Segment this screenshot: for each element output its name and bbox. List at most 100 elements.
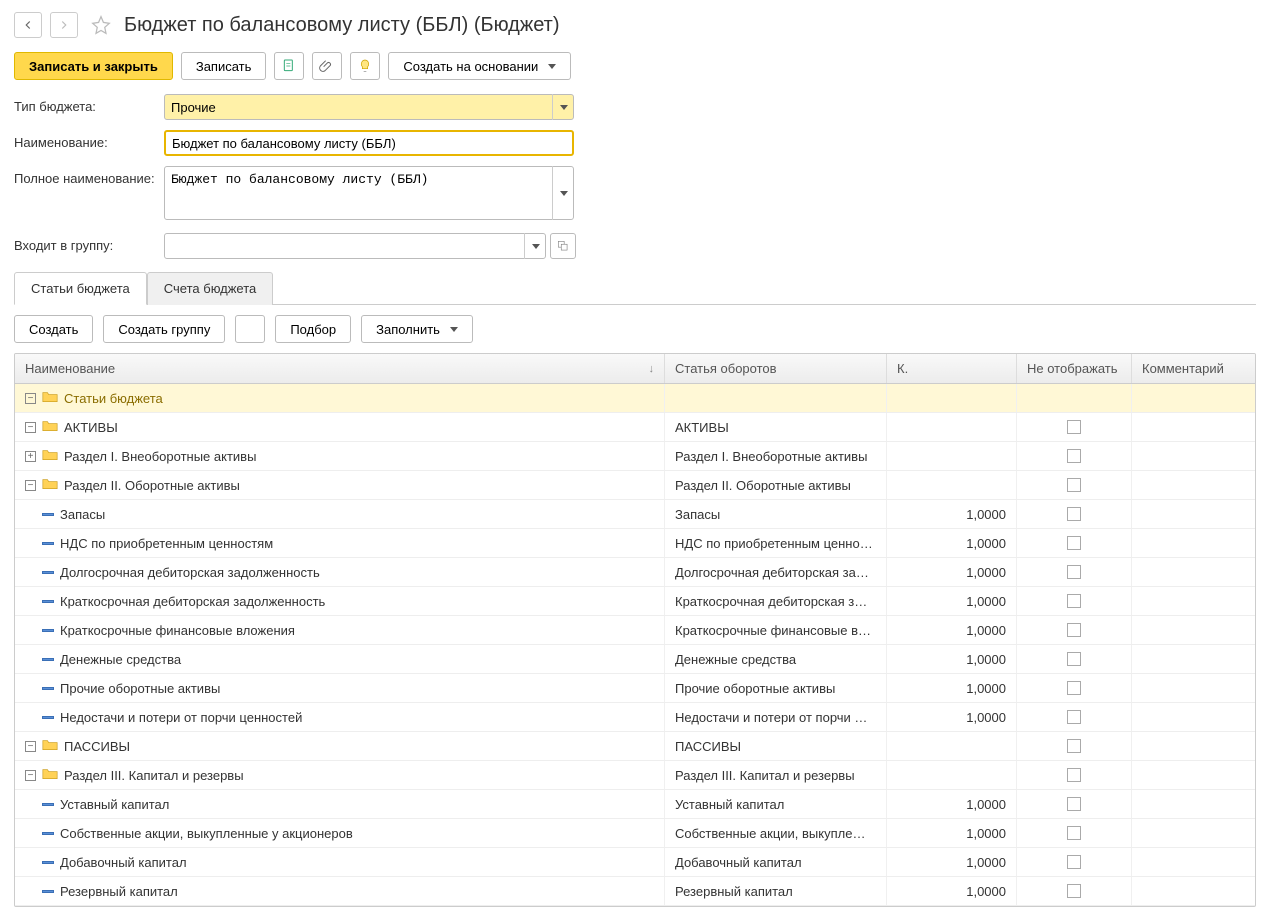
row-k: 1,0000 bbox=[887, 877, 1017, 905]
tree-toggle[interactable]: − bbox=[25, 480, 36, 491]
grid-header-k[interactable]: К. bbox=[887, 354, 1017, 383]
tree-toggle[interactable]: − bbox=[25, 422, 36, 433]
table-row[interactable]: Прочие оборотные активыПрочие оборотные … bbox=[15, 674, 1255, 703]
table-row[interactable]: Резервный капиталРезервный капитал1,0000 bbox=[15, 877, 1255, 906]
tree-toggle[interactable]: − bbox=[25, 770, 36, 781]
grid-header-comment[interactable]: Комментарий bbox=[1132, 354, 1255, 383]
table-row[interactable]: Краткосрочная дебиторская задолженностьК… bbox=[15, 587, 1255, 616]
row-hide-checkbox[interactable] bbox=[1067, 420, 1081, 434]
paperclip-icon bbox=[319, 58, 335, 74]
table-row[interactable]: Долгосрочная дебиторская задолженностьДо… bbox=[15, 558, 1255, 587]
item-icon bbox=[42, 542, 54, 545]
table-row[interactable]: Собственные акции, выкупленные у акционе… bbox=[15, 819, 1255, 848]
table-row[interactable]: −Раздел II. Оборотные активыРаздел II. О… bbox=[15, 471, 1255, 500]
row-k: 1,0000 bbox=[887, 674, 1017, 702]
row-hide-checkbox[interactable] bbox=[1067, 768, 1081, 782]
item-icon bbox=[42, 687, 54, 690]
folder-icon bbox=[42, 767, 58, 783]
tab-budget-items[interactable]: Статьи бюджета bbox=[14, 272, 147, 305]
grid-create-group-button[interactable]: Создать группу bbox=[103, 315, 225, 343]
row-comment bbox=[1132, 674, 1255, 702]
table-row[interactable]: Уставный капиталУставный капитал1,0000 bbox=[15, 790, 1255, 819]
table-row[interactable]: НДС по приобретенным ценностямНДС по при… bbox=[15, 529, 1255, 558]
row-turnover: Раздел I. Внеоборотные активы bbox=[665, 442, 887, 470]
row-hide-checkbox[interactable] bbox=[1067, 826, 1081, 840]
folder-icon bbox=[42, 419, 58, 435]
row-k: 1,0000 bbox=[887, 848, 1017, 876]
row-comment bbox=[1132, 413, 1255, 441]
name-field[interactable] bbox=[164, 130, 574, 156]
item-icon bbox=[42, 571, 54, 574]
row-hide-checkbox[interactable] bbox=[1067, 652, 1081, 666]
table-row[interactable]: Денежные средстваДенежные средства1,0000 bbox=[15, 645, 1255, 674]
nav-forward-button[interactable] bbox=[50, 12, 78, 38]
table-row[interactable]: Недостачи и потери от порчи ценностейНед… bbox=[15, 703, 1255, 732]
row-turnover: Раздел II. Оборотные активы bbox=[665, 471, 887, 499]
folder-icon bbox=[42, 477, 58, 493]
row-hide-checkbox[interactable] bbox=[1067, 507, 1081, 521]
report-button[interactable] bbox=[274, 52, 304, 80]
row-hide-checkbox[interactable] bbox=[1067, 536, 1081, 550]
row-hide-checkbox[interactable] bbox=[1067, 565, 1081, 579]
row-name: Раздел III. Капитал и резервы bbox=[64, 768, 244, 783]
full-name-dropdown-icon[interactable] bbox=[552, 166, 574, 220]
row-hide-checkbox[interactable] bbox=[1067, 710, 1081, 724]
table-row[interactable]: ЗапасыЗапасы1,0000 bbox=[15, 500, 1255, 529]
attach-button[interactable] bbox=[312, 52, 342, 80]
row-turnover: НДС по приобретенным ценно… bbox=[665, 529, 887, 557]
create-based-on-button[interactable]: Создать на основании bbox=[388, 52, 571, 80]
in-group-open-button[interactable] bbox=[550, 233, 576, 259]
tab-budget-accounts[interactable]: Счета бюджета bbox=[147, 272, 274, 305]
open-external-icon bbox=[556, 239, 570, 253]
grid-refresh-button[interactable] bbox=[235, 315, 265, 343]
row-hide-checkbox[interactable] bbox=[1067, 884, 1081, 898]
row-comment bbox=[1132, 645, 1255, 673]
grid-select-button[interactable]: Подбор bbox=[275, 315, 351, 343]
in-group-dropdown-icon[interactable] bbox=[524, 233, 546, 259]
tree-toggle[interactable]: − bbox=[25, 741, 36, 752]
table-row[interactable]: −ПАССИВЫПАССИВЫ bbox=[15, 732, 1255, 761]
table-row[interactable]: Добавочный капиталДобавочный капитал1,00… bbox=[15, 848, 1255, 877]
table-row[interactable]: −Статьи бюджета bbox=[15, 384, 1255, 413]
grid-header-hide[interactable]: Не отображать bbox=[1017, 354, 1132, 383]
save-button[interactable]: Записать bbox=[181, 52, 267, 80]
row-k: 1,0000 bbox=[887, 645, 1017, 673]
grid-fill-button[interactable]: Заполнить bbox=[361, 315, 473, 343]
row-name: Краткосрочная дебиторская задолженность bbox=[60, 594, 325, 609]
grid-header-turnover[interactable]: Статья оборотов bbox=[665, 354, 887, 383]
budget-type-field[interactable] bbox=[164, 94, 574, 120]
grid-header-name[interactable]: Наименование↓ bbox=[15, 354, 665, 383]
nav-back-button[interactable] bbox=[14, 12, 42, 38]
row-hide-checkbox[interactable] bbox=[1067, 623, 1081, 637]
row-hide-checkbox[interactable] bbox=[1067, 681, 1081, 695]
table-row[interactable]: Краткосрочные финансовые вложенияКраткос… bbox=[15, 616, 1255, 645]
row-hide-checkbox[interactable] bbox=[1067, 797, 1081, 811]
row-name: Резервный капитал bbox=[60, 884, 178, 899]
hint-button[interactable] bbox=[350, 52, 380, 80]
tree-toggle[interactable]: + bbox=[25, 451, 36, 462]
row-name: Собственные акции, выкупленные у акционе… bbox=[60, 826, 353, 841]
item-icon bbox=[42, 861, 54, 864]
row-hide-checkbox[interactable] bbox=[1067, 739, 1081, 753]
row-hide-checkbox[interactable] bbox=[1067, 855, 1081, 869]
row-turnover: Запасы bbox=[665, 500, 887, 528]
table-row[interactable]: −АКТИВЫАКТИВЫ bbox=[15, 413, 1255, 442]
folder-icon bbox=[42, 390, 58, 406]
budget-type-dropdown-icon[interactable] bbox=[552, 94, 574, 120]
row-hide-checkbox[interactable] bbox=[1067, 478, 1081, 492]
in-group-field[interactable] bbox=[164, 233, 546, 259]
row-name: ПАССИВЫ bbox=[64, 739, 130, 754]
save-and-close-button[interactable]: Записать и закрыть bbox=[14, 52, 173, 80]
row-turnover: АКТИВЫ bbox=[665, 413, 887, 441]
grid-create-button[interactable]: Создать bbox=[14, 315, 93, 343]
table-row[interactable]: +Раздел I. Внеоборотные активыРаздел I. … bbox=[15, 442, 1255, 471]
full-name-field[interactable] bbox=[164, 166, 574, 220]
row-name: Уставный капитал bbox=[60, 797, 169, 812]
row-hide-checkbox[interactable] bbox=[1067, 449, 1081, 463]
tree-toggle[interactable]: − bbox=[25, 393, 36, 404]
row-turnover: Долгосрочная дебиторская за… bbox=[665, 558, 887, 586]
lightbulb-icon bbox=[357, 58, 373, 74]
row-hide-checkbox[interactable] bbox=[1067, 594, 1081, 608]
favorite-star-icon[interactable] bbox=[90, 14, 112, 36]
table-row[interactable]: −Раздел III. Капитал и резервыРаздел III… bbox=[15, 761, 1255, 790]
